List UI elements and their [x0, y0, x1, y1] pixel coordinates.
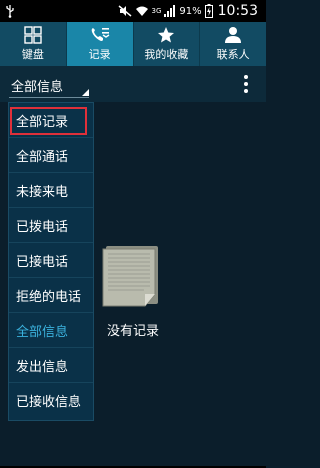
battery-percent: 91%	[179, 5, 202, 17]
call-log-icon	[91, 28, 110, 41]
star-icon	[158, 27, 175, 43]
tab-keypad[interactable]: 键盘	[0, 22, 67, 66]
dropdown-item-all-logs[interactable]: 全部记录	[9, 103, 93, 138]
tab-label: 联系人	[216, 48, 250, 61]
empty-state: 没有记录	[100, 244, 170, 344]
tab-contacts[interactable]: 联系人	[200, 22, 266, 66]
usb-icon	[6, 5, 14, 18]
wifi-icon	[135, 6, 148, 16]
dropdown-item-rejected-calls[interactable]: 拒绝的电话	[9, 278, 93, 313]
dropdown-item-all-messages[interactable]: 全部信息	[9, 313, 93, 348]
empty-state-text: 没有记录	[107, 324, 160, 339]
more-vertical-icon	[244, 75, 248, 79]
tab-call-log[interactable]: 记录	[66, 22, 134, 66]
tab-bar: 键盘 记录 我的收藏 联系人	[0, 22, 266, 66]
filter-dropdown-menu: 全部记录 全部通话 未接来电 已拨电话 已接电话 拒绝的电话 全部信息 发出信息…	[8, 102, 94, 421]
notes-stack-icon	[102, 246, 158, 307]
dropdown-item-missed-calls[interactable]: 未接来电	[9, 173, 93, 208]
dropdown-corner-icon	[82, 89, 89, 96]
log-toolbar: 全部信息	[0, 66, 266, 102]
tab-label: 键盘	[21, 48, 44, 61]
more-options-button[interactable]	[244, 75, 248, 95]
filter-selected-value: 全部信息	[11, 79, 64, 95]
mute-icon	[118, 5, 131, 17]
dropdown-item-received-calls[interactable]: 已接电话	[9, 243, 93, 278]
status-bar: 3G 91% 10:53	[0, 0, 266, 22]
tab-label: 我的收藏	[144, 48, 189, 61]
log-filter-dropdown[interactable]: 全部信息	[9, 73, 89, 98]
status-time: 10:53	[217, 3, 258, 19]
network-type-label: 3G	[151, 6, 162, 15]
battery-charging-icon	[204, 4, 213, 18]
person-icon	[225, 27, 242, 43]
dropdown-item-all-calls[interactable]: 全部通话	[9, 138, 93, 173]
tab-favorites[interactable]: 我的收藏	[134, 22, 201, 66]
dropdown-item-sent-messages[interactable]: 发出信息	[9, 348, 93, 383]
keypad-icon	[24, 26, 42, 44]
tab-label: 记录	[88, 48, 111, 61]
dropdown-item-received-messages[interactable]: 已接收信息	[9, 383, 93, 418]
signal-icon	[164, 5, 176, 17]
dropdown-item-dialed-calls[interactable]: 已拨电话	[9, 208, 93, 243]
